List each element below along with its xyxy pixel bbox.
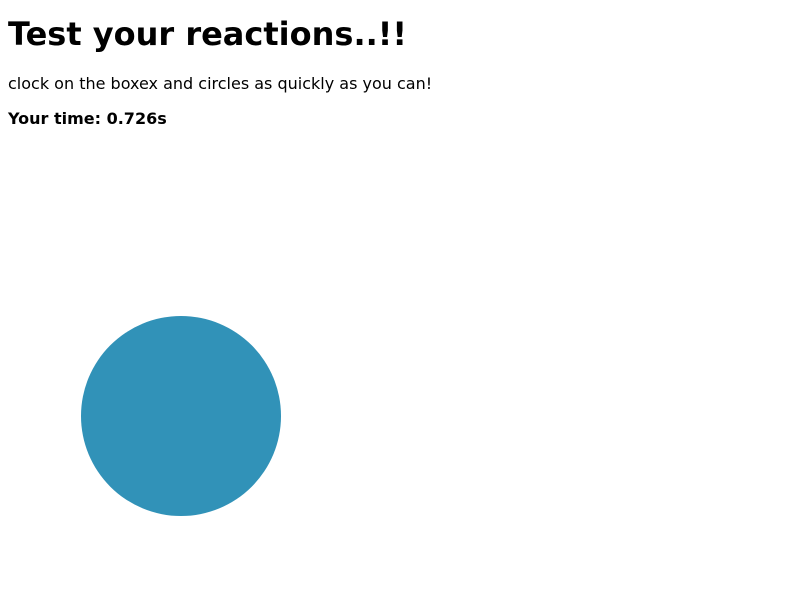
game-page: Test your reactions..!! clock on the box… xyxy=(0,0,790,589)
target-circle[interactable] xyxy=(81,316,281,516)
instructions-text: clock on the boxex and circles as quickl… xyxy=(8,74,433,93)
time-value: 0.726s xyxy=(106,109,167,128)
time-label: Your time: xyxy=(8,109,107,128)
page-title: Test your reactions..!! xyxy=(8,15,407,53)
reaction-time-display: Your time: 0.726s xyxy=(8,109,167,129)
